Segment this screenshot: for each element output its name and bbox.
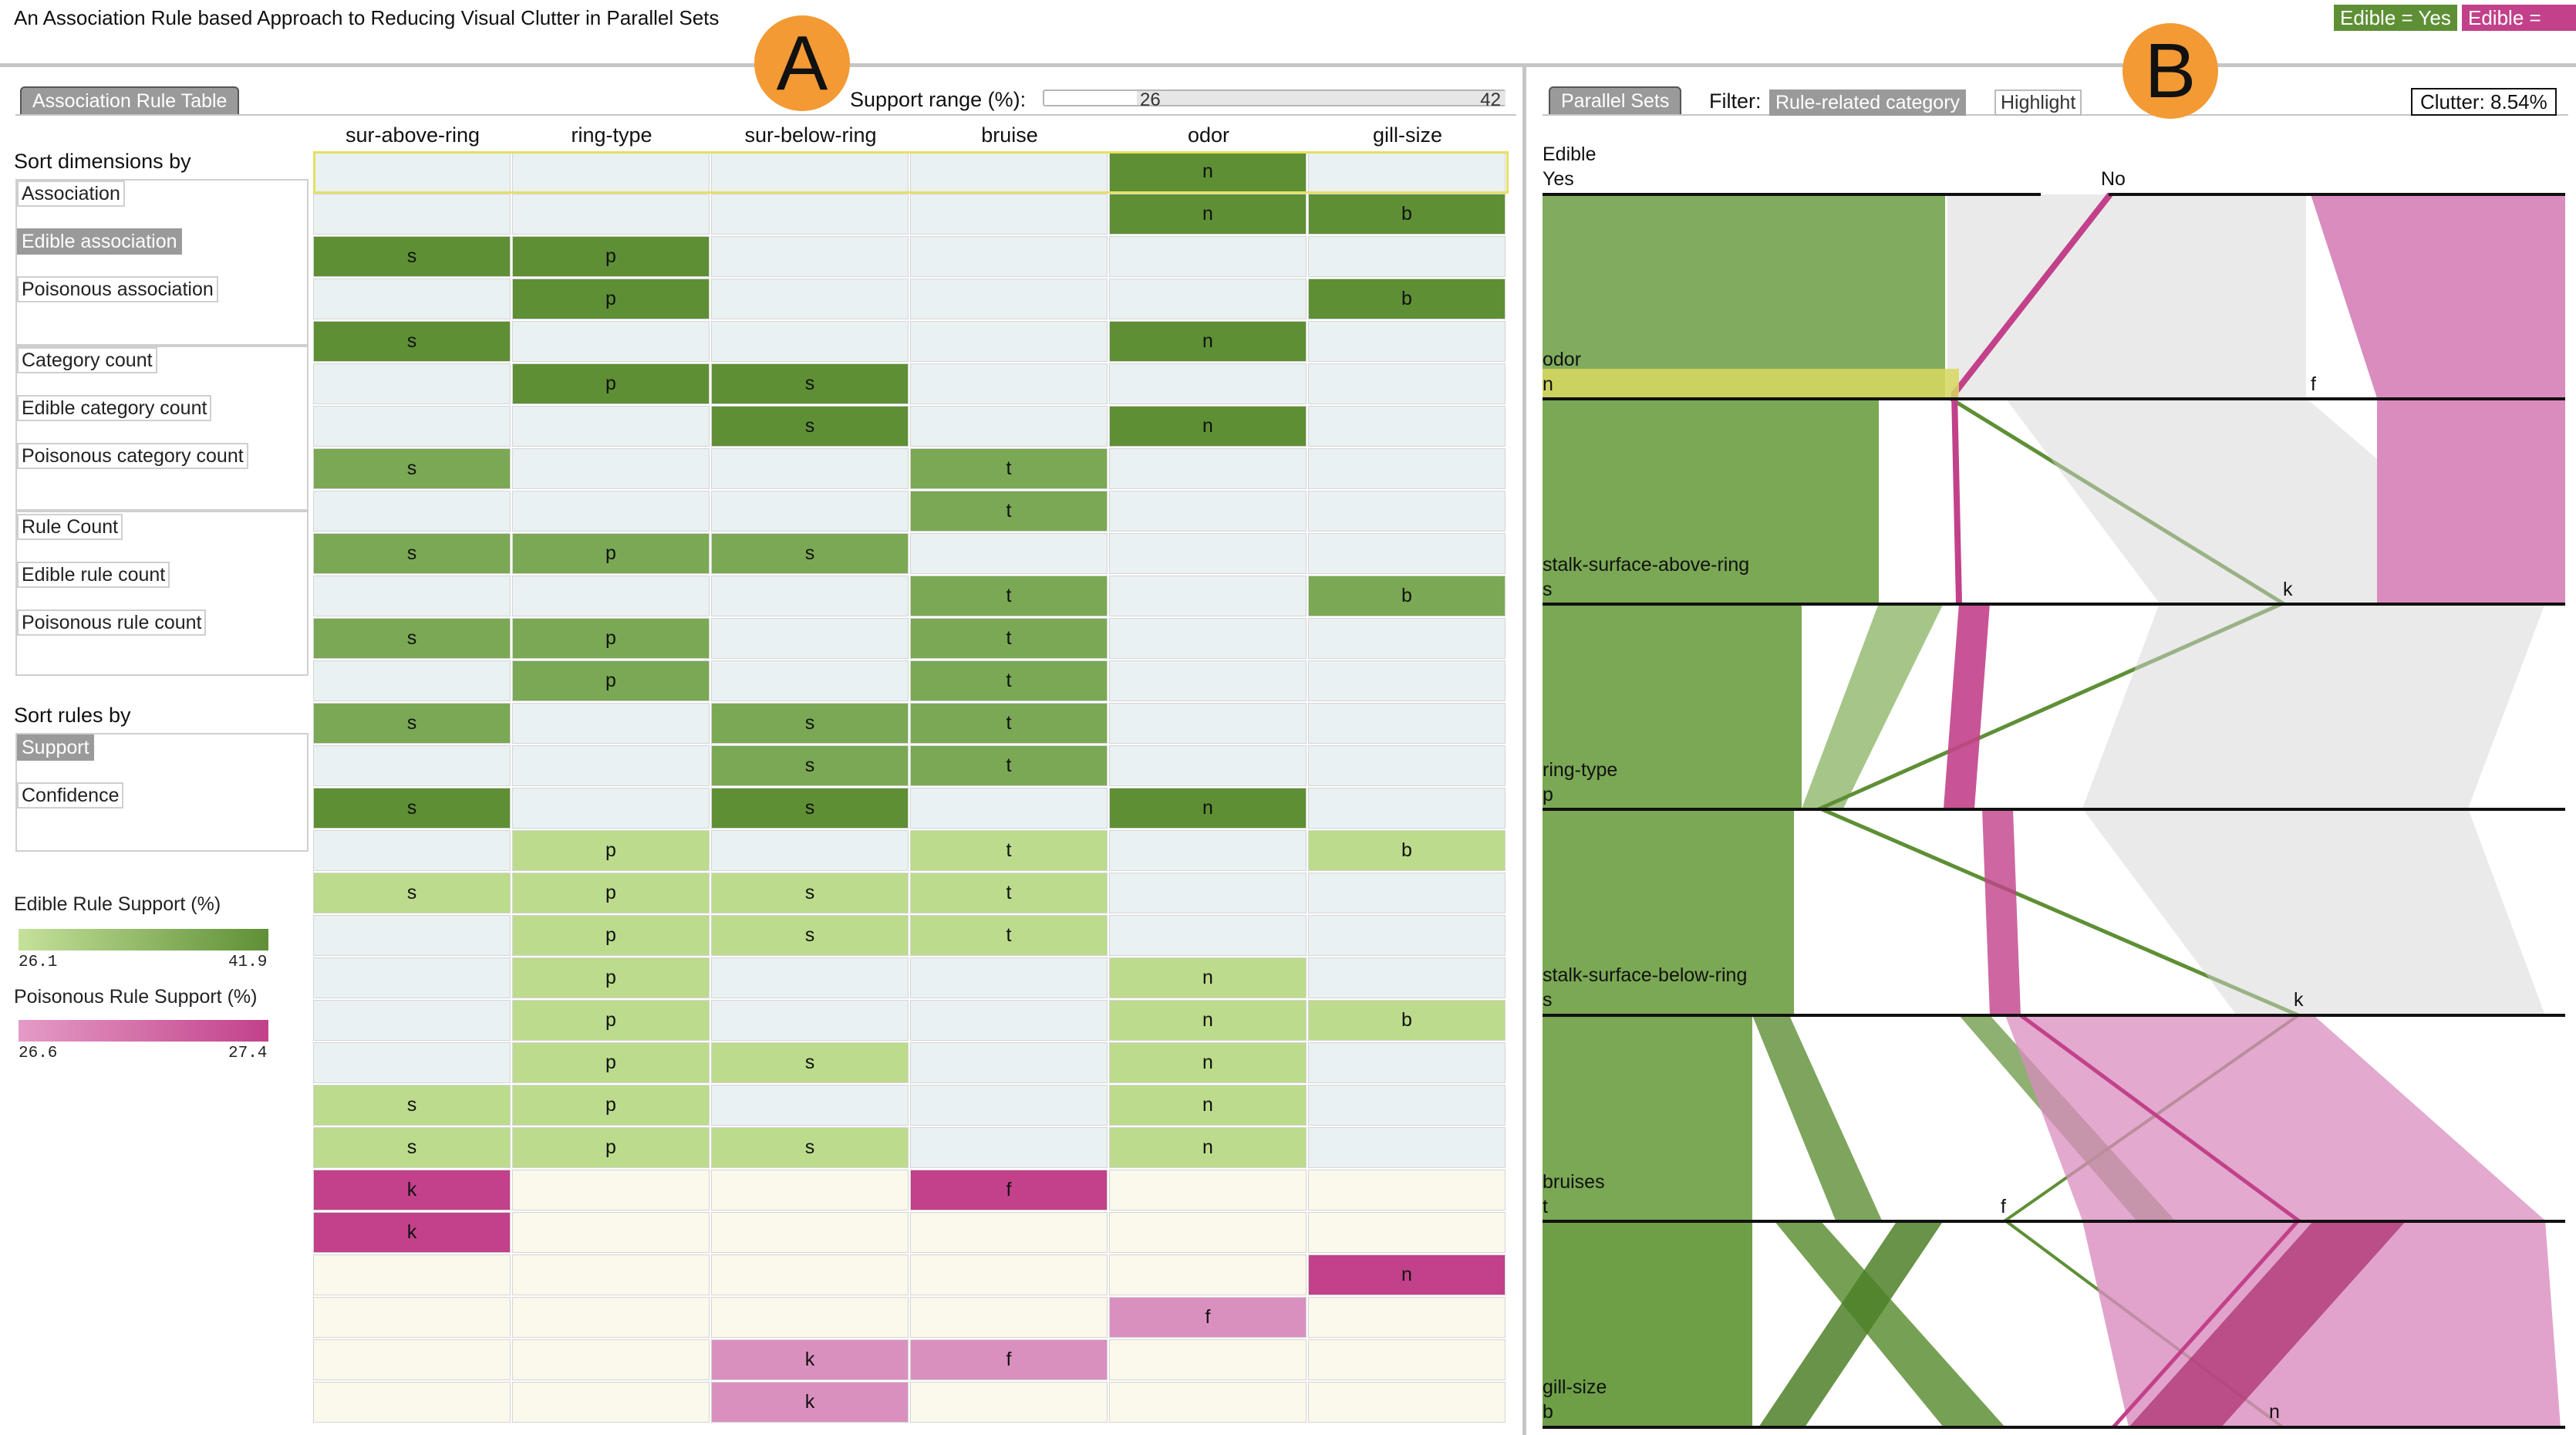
ribbon-grey-1[interactable] — [1947, 194, 2306, 398]
ribbon-poison-no-odor-f[interactable] — [2311, 194, 2565, 398]
ribbon-poison-ring-sbr[interactable] — [1982, 809, 2021, 1015]
axis-label-gill-size: gill-size — [1543, 1376, 1607, 1398]
category-label-edible-yes[interactable]: Yes — [1543, 168, 1574, 191]
category-label-ring-p[interactable]: p — [1543, 784, 1553, 806]
category-label-sar-k[interactable]: k — [2283, 579, 2293, 601]
highlight-odor-n[interactable] — [1543, 369, 1959, 400]
category-label-bruises-t[interactable]: t — [1543, 1196, 1548, 1218]
category-label-gill-n[interactable]: n — [2269, 1401, 2280, 1423]
ribbon-grey-3[interactable] — [2082, 603, 2545, 809]
category-label-odor-n[interactable]: n — [1543, 373, 1553, 396]
axis-label-bruises: bruises — [1543, 1171, 1605, 1193]
axis-label-stalk-surface-below-ring: stalk-surface-below-ring — [1543, 964, 1748, 986]
axis-label-odor: odor — [1543, 349, 1582, 370]
axis-label-edible: Edible — [1543, 144, 1597, 165]
ribbon-poison-sar-ring[interactable] — [1944, 603, 1990, 809]
ribbon-edible-yes-odor-n[interactable] — [1543, 194, 1945, 398]
ribbon-edible-sbr-split[interactable] — [1752, 1015, 1882, 1221]
ribbon-poison-sbr-bruise[interactable] — [2005, 1015, 2545, 1221]
axis-label-stalk-surface-above-ring: stalk-surface-above-ring — [1543, 554, 1750, 576]
parallel-sets-canvas[interactable] — [0, 0, 2576, 1435]
category-label-edible-no[interactable]: No — [2101, 168, 2126, 191]
category-label-sbr-k[interactable]: k — [2294, 989, 2304, 1011]
ribbon-edible-cross-2[interactable] — [1758, 1221, 1944, 1427]
ribbon-edible-ring-split[interactable] — [1802, 603, 1944, 809]
category-label-sar-s[interactable]: s — [1543, 579, 1553, 601]
category-label-bruises-f[interactable]: f — [2001, 1196, 2006, 1218]
category-label-sbr-s[interactable]: s — [1543, 989, 1553, 1011]
ribbon-grey-4[interactable] — [2082, 809, 2545, 1015]
category-label-gill-b[interactable]: b — [1543, 1401, 1553, 1423]
axis-label-ring-type: ring-type — [1543, 759, 1618, 781]
category-label-odor-f[interactable]: f — [2311, 373, 2316, 396]
ribbon-poison-odor-f-sar[interactable] — [2377, 398, 2565, 603]
